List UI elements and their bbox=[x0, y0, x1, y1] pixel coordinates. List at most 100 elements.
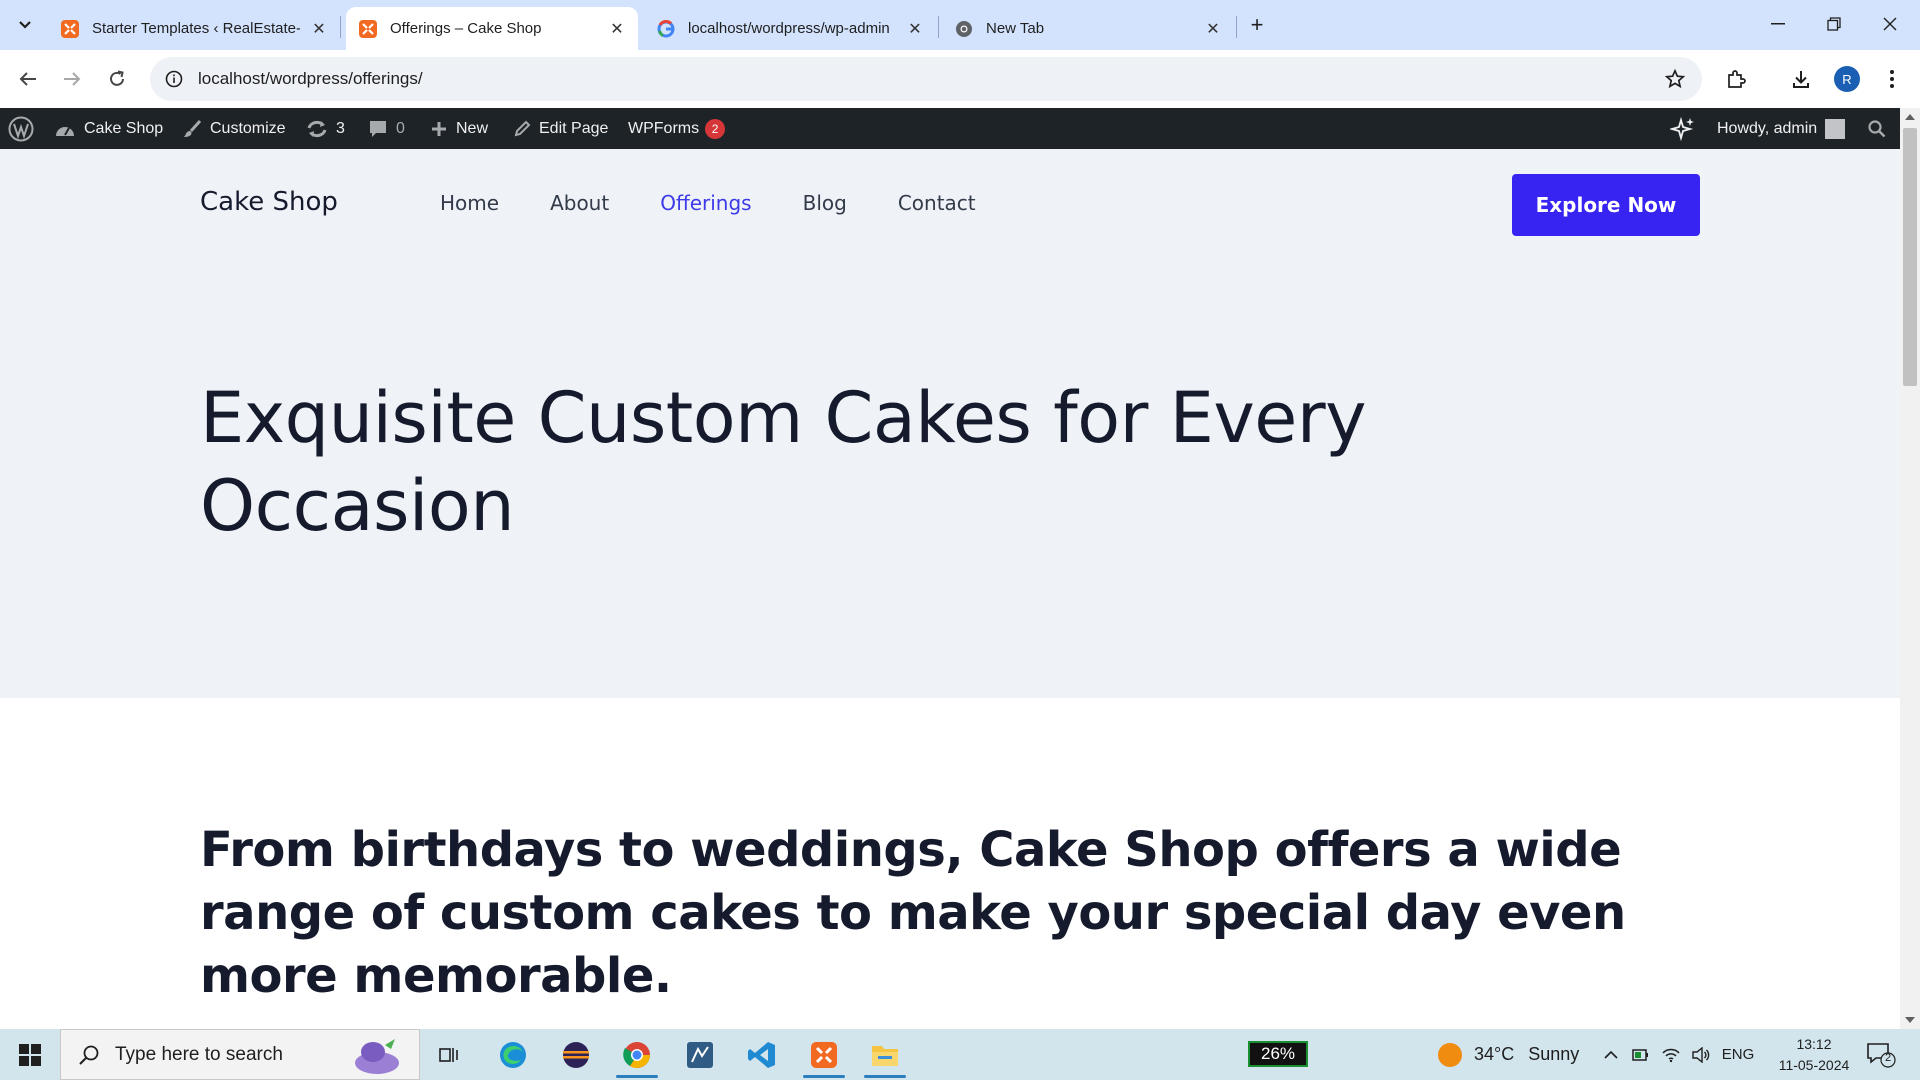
taskbar-edge[interactable] bbox=[486, 1029, 540, 1080]
search-icon bbox=[69, 1044, 109, 1066]
close-icon[interactable]: ✕ bbox=[608, 20, 626, 38]
taskbar-eclipse[interactable] bbox=[549, 1029, 603, 1080]
admin-search-button[interactable] bbox=[1868, 108, 1886, 149]
menu-item-contact[interactable]: Contact bbox=[898, 191, 976, 215]
wordpress-icon bbox=[8, 116, 34, 141]
edit-page-link[interactable]: Edit Page bbox=[513, 108, 608, 149]
close-icon[interactable]: ✕ bbox=[906, 20, 924, 38]
eclipse-icon bbox=[563, 1041, 589, 1068]
site-name-link[interactable]: Cake Shop bbox=[54, 108, 163, 149]
vscode-icon bbox=[748, 1041, 775, 1068]
taskbar-file-explorer[interactable] bbox=[858, 1029, 912, 1080]
restore-icon bbox=[1827, 17, 1841, 31]
refresh-icon bbox=[306, 119, 328, 139]
taskbar-mysql-workbench[interactable] bbox=[673, 1029, 727, 1080]
scroll-down-arrow-icon[interactable] bbox=[1905, 1017, 1915, 1023]
weather-widget[interactable]: 34°C Sunny bbox=[1438, 1029, 1579, 1080]
task-view-button[interactable] bbox=[422, 1029, 476, 1080]
tab-search-button[interactable] bbox=[8, 9, 42, 41]
restore-button[interactable] bbox=[1806, 0, 1862, 48]
customize-link[interactable]: Customize bbox=[182, 108, 286, 149]
bookmark-star-icon[interactable] bbox=[1662, 66, 1688, 92]
clock[interactable]: 13:12 11-05-2024 bbox=[1764, 1034, 1864, 1076]
new-content-link[interactable]: New bbox=[430, 108, 488, 149]
explore-now-button[interactable]: Explore Now bbox=[1512, 174, 1700, 236]
forward-button[interactable] bbox=[56, 63, 88, 95]
downloads-button[interactable] bbox=[1785, 63, 1817, 95]
close-window-button[interactable] bbox=[1862, 0, 1918, 48]
tray-volume[interactable] bbox=[1688, 1029, 1714, 1080]
tab-starter-templates[interactable]: Starter Templates ‹ RealEstate-E ✕ bbox=[48, 7, 340, 50]
chrome-icon bbox=[954, 19, 974, 39]
wordpress-logo-button[interactable] bbox=[8, 108, 34, 149]
chevron-down-icon bbox=[19, 21, 31, 29]
tab-offerings[interactable]: Offerings – Cake Shop ✕ bbox=[346, 7, 638, 50]
updates-count: 3 bbox=[336, 119, 345, 137]
clock-date: 11-05-2024 bbox=[1778, 1057, 1850, 1073]
browser-menu-button[interactable] bbox=[1876, 63, 1908, 95]
close-icon[interactable]: ✕ bbox=[1204, 20, 1222, 38]
reload-button[interactable] bbox=[101, 63, 133, 95]
menu-item-blog[interactable]: Blog bbox=[803, 191, 847, 215]
start-button[interactable] bbox=[0, 1029, 60, 1080]
minimize-icon bbox=[1771, 23, 1785, 25]
my-account-link[interactable]: Howdy, admin bbox=[1717, 108, 1846, 149]
minimize-button[interactable] bbox=[1750, 0, 1806, 48]
taskbar-chrome[interactable] bbox=[610, 1029, 664, 1080]
tab-new-tab[interactable]: New Tab ✕ bbox=[942, 7, 1234, 50]
tray-meet-now[interactable] bbox=[1628, 1029, 1654, 1080]
xampp-icon bbox=[358, 19, 378, 39]
browser-toolbar: R bbox=[0, 50, 1920, 108]
address-bar[interactable] bbox=[150, 57, 1702, 101]
menu-item-offerings[interactable]: Offerings bbox=[660, 191, 751, 215]
arrow-left-icon bbox=[19, 72, 36, 86]
extensions-button[interactable] bbox=[1720, 63, 1752, 95]
customize-label: Customize bbox=[210, 119, 286, 137]
url-input[interactable] bbox=[198, 69, 1662, 89]
hero-section: Cake Shop Home About Offerings Blog Cont… bbox=[0, 149, 1900, 698]
kebab-menu-icon bbox=[1890, 70, 1894, 88]
taskbar-xampp[interactable] bbox=[797, 1029, 851, 1080]
battery-saver-icon bbox=[1632, 1048, 1648, 1061]
new-label: New bbox=[456, 119, 489, 137]
wpforms-link[interactable]: WPForms 2 bbox=[628, 108, 726, 149]
scroll-thumb[interactable] bbox=[1903, 128, 1917, 386]
primary-menu: Home About Offerings Blog Contact bbox=[440, 191, 1027, 215]
search-placeholder: Type here to search bbox=[115, 1043, 283, 1065]
scroll-up-arrow-icon[interactable] bbox=[1905, 114, 1915, 120]
plus-icon bbox=[430, 120, 448, 138]
tab-wp-admin[interactable]: localhost/wordpress/wp-admin ✕ bbox=[644, 7, 936, 50]
task-view-icon bbox=[439, 1047, 458, 1062]
ai-assistant-button[interactable] bbox=[1670, 108, 1696, 149]
comments-link[interactable]: 0 bbox=[368, 108, 405, 149]
chevron-up-icon bbox=[1604, 1050, 1618, 1059]
language-indicator[interactable]: ENG bbox=[1718, 1029, 1758, 1080]
site-title[interactable]: Cake Shop bbox=[200, 187, 338, 217]
menu-item-about[interactable]: About bbox=[550, 191, 609, 215]
pencil-icon bbox=[513, 120, 531, 138]
back-button[interactable] bbox=[12, 63, 44, 95]
taskbar-vscode[interactable] bbox=[735, 1029, 789, 1080]
close-icon[interactable]: ✕ bbox=[310, 20, 328, 38]
battery-indicator[interactable]: 26% bbox=[1248, 1041, 1308, 1067]
new-tab-button[interactable]: + bbox=[1244, 12, 1270, 38]
windows-taskbar: Type here to search 26% 34°C Sunny ENG 1… bbox=[0, 1029, 1920, 1080]
tab-title: Offerings – Cake Shop bbox=[390, 20, 542, 37]
search-highlight-bowl-icon bbox=[355, 1039, 399, 1074]
notification-center-button[interactable]: 2 bbox=[1866, 1041, 1896, 1069]
updates-link[interactable]: 3 bbox=[306, 108, 345, 149]
page-scrollbar[interactable] bbox=[1900, 108, 1920, 1029]
tab-title: Starter Templates ‹ RealEstate-E bbox=[92, 20, 300, 37]
tray-network[interactable] bbox=[1658, 1029, 1684, 1080]
comments-count: 0 bbox=[396, 119, 405, 137]
wpforms-badge: 2 bbox=[705, 118, 726, 139]
weather-desc: Sunny bbox=[1528, 1044, 1580, 1064]
edit-page-label: Edit Page bbox=[539, 119, 609, 137]
page-viewport: Cake Shop Home About Offerings Blog Cont… bbox=[0, 149, 1900, 1029]
site-info-icon[interactable] bbox=[162, 67, 186, 91]
taskbar-search-box[interactable]: Type here to search bbox=[60, 1029, 420, 1080]
profile-avatar[interactable]: R bbox=[1834, 66, 1860, 92]
dashboard-icon bbox=[54, 120, 76, 138]
show-hidden-icons-button[interactable] bbox=[1598, 1029, 1624, 1080]
menu-item-home[interactable]: Home bbox=[440, 191, 499, 215]
